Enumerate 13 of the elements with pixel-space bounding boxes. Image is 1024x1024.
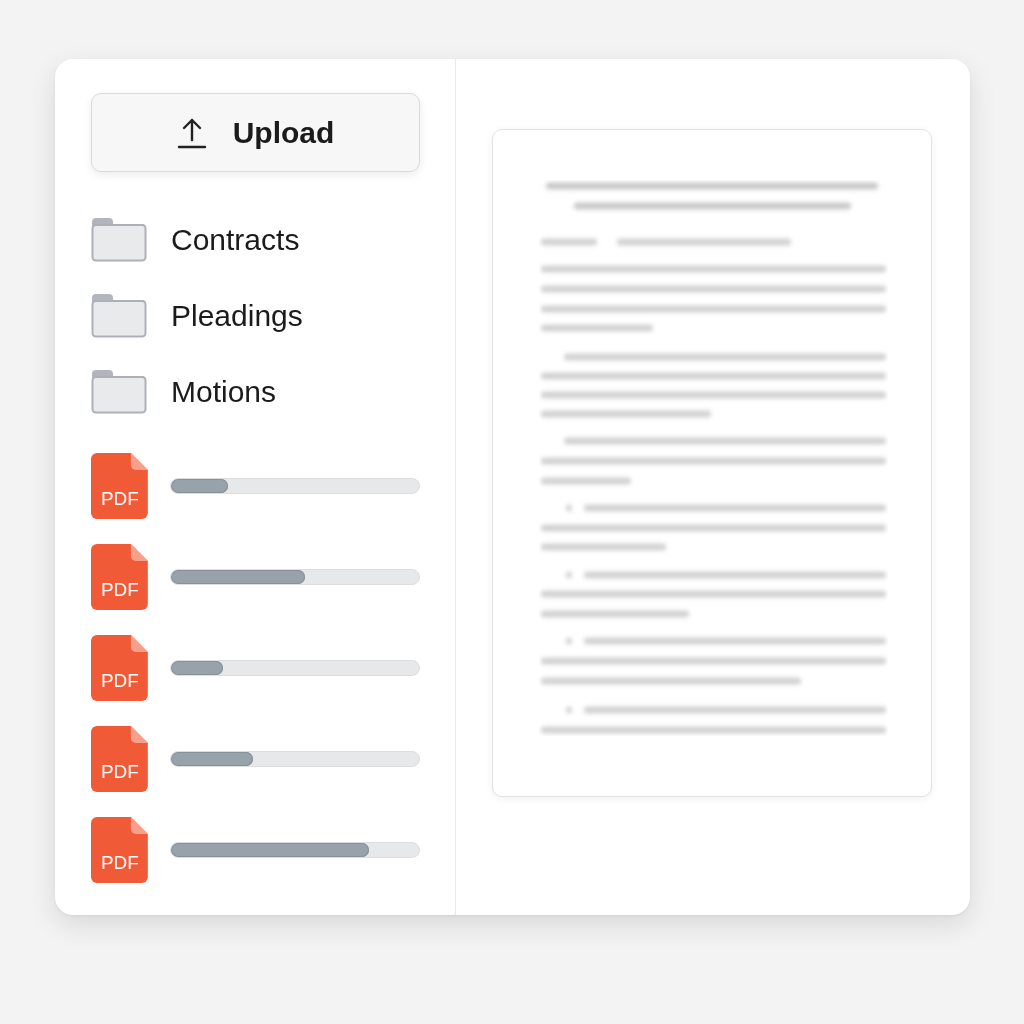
folder-icon [91, 293, 147, 338]
pdf-file-icon: PDF [91, 544, 148, 610]
folder-item[interactable]: Motions [91, 369, 277, 414]
folder-item[interactable]: Pleadings [91, 293, 303, 338]
folder-item[interactable]: Contracts [91, 217, 300, 262]
pdf-file-icon: PDF [91, 726, 148, 792]
folder-icon [91, 369, 147, 414]
pdf-file-icon: PDF [91, 635, 148, 701]
folder-icon [91, 217, 147, 262]
pdf-file-icon: PDF [91, 453, 148, 519]
upload-icon [176, 116, 207, 149]
pdf-file-icon: PDF [91, 817, 148, 883]
upload-button[interactable]: Upload [91, 93, 420, 172]
